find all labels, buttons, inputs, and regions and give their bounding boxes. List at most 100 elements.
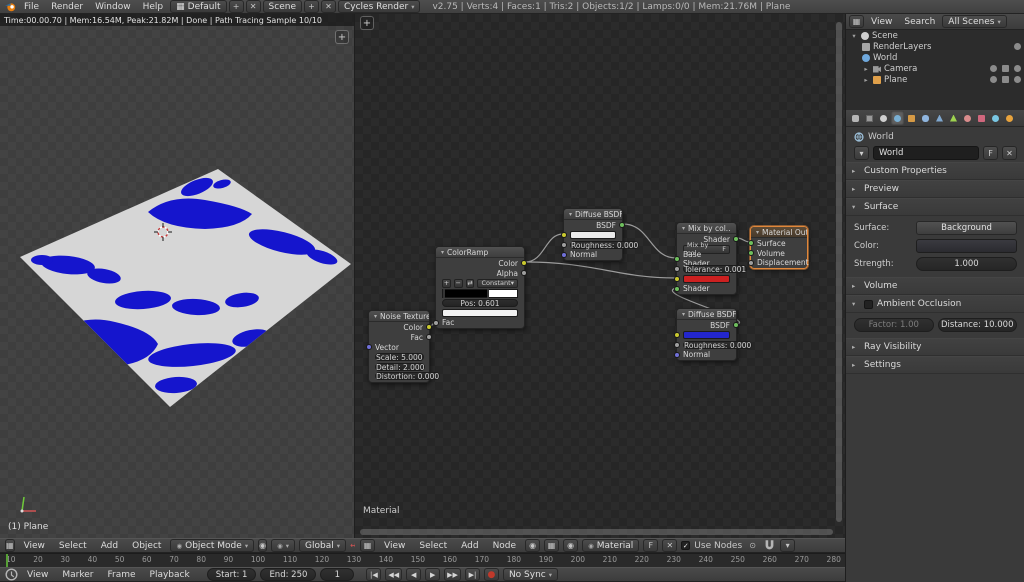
next-keyframe-button[interactable]: ▶▶ (444, 568, 461, 581)
visibility-eye-icon[interactable] (990, 76, 997, 83)
interpolation-selector[interactable]: Constant ▾ (477, 279, 518, 288)
tab-texture[interactable] (975, 111, 988, 125)
panel-preview[interactable]: ▸ Preview (846, 180, 1024, 198)
socket-shader-input[interactable] (674, 286, 680, 292)
viewport-menu-object[interactable]: Object (127, 541, 166, 551)
socket-bsdf-output[interactable] (619, 222, 625, 228)
world-color-field[interactable] (916, 239, 1017, 253)
surface-shader-menu[interactable]: Background (916, 221, 1017, 235)
node-editor[interactable]: ▾ Noise Texture Color Fac Vector Scale: … (355, 14, 845, 538)
outliner-display-selector[interactable]: All Scenes ▾ (942, 15, 1006, 28)
transform-orientation-selector[interactable]: Global ▾ (299, 539, 346, 552)
vertical-scrollbar[interactable] (836, 22, 842, 522)
render-visibility-icon[interactable] (1014, 65, 1021, 72)
tab-scene[interactable] (877, 111, 890, 125)
socket-surface-input[interactable] (748, 240, 754, 246)
play-reverse-button[interactable]: ◀ (406, 568, 421, 581)
world-name-field[interactable]: World (873, 146, 979, 160)
panel-settings[interactable]: ▸ Settings (846, 356, 1024, 374)
selectability-icon[interactable] (1002, 65, 1009, 72)
outliner-item-world[interactable]: World (846, 52, 1024, 63)
previous-keyframe-button[interactable]: ◀◀ (385, 568, 402, 581)
node-menu-view[interactable]: View (379, 541, 410, 551)
jump-to-start-button[interactable]: |◀ (366, 568, 381, 581)
snap-mode-selector[interactable]: ▾ (780, 539, 795, 552)
socket-vector-input[interactable] (366, 344, 372, 350)
render-visibility-icon[interactable] (1014, 76, 1021, 83)
ambient-occlusion-checkbox[interactable] (864, 300, 873, 309)
panel-ambient-occlusion[interactable]: ▾ Ambient Occlusion (846, 295, 1024, 313)
stop-position-slider[interactable]: Pos: 0.601 (442, 299, 518, 307)
node-noise-texture[interactable]: ▾ Noise Texture Color Fac Vector Scale: … (368, 310, 430, 383)
ramp-stop[interactable] (487, 289, 489, 298)
socket-roughness-input[interactable] (674, 342, 680, 348)
roughness-slider[interactable]: Roughness: 0.000 (570, 241, 639, 249)
timeline-menu-view[interactable]: View (22, 570, 53, 580)
node-menu-add[interactable]: Add (456, 541, 483, 551)
viewport-shading-icon[interactable]: ◉ (258, 539, 267, 552)
color-ramp-gradient[interactable] (442, 289, 518, 298)
socket-color-input[interactable] (674, 332, 680, 338)
close-scene-button[interactable]: ✕ (321, 0, 336, 13)
socket-color-input[interactable] (561, 232, 567, 238)
stop-color-swatch[interactable] (442, 309, 518, 317)
viewport-3d[interactable]: Time:00.00.70 | Mem:16.54M, Peak:21.82M … (0, 14, 355, 538)
strength-slider[interactable]: 1.000 (916, 257, 1017, 271)
snap-magnet-icon[interactable] (763, 539, 776, 552)
ramp-stop[interactable] (443, 289, 445, 298)
color-swatch[interactable] (570, 231, 616, 239)
open-properties-region-button[interactable]: + (335, 30, 349, 44)
flip-ramp-button[interactable]: ⇄ (466, 279, 475, 288)
viewport-menu-view[interactable]: View (19, 541, 50, 551)
tab-modifiers[interactable] (933, 111, 946, 125)
tolerance-slider[interactable]: Tolerance: 0.001 (683, 265, 747, 273)
socket-fac-output[interactable] (426, 334, 432, 340)
outliner-menu-view[interactable]: View (866, 17, 897, 27)
socket-color-output[interactable] (521, 260, 527, 266)
end-frame-field[interactable]: End: 250 (260, 568, 316, 581)
tab-render[interactable] (849, 111, 862, 125)
pivot-selector[interactable]: ◉ ▾ (271, 539, 295, 552)
node-material-output[interactable]: ▾ Material Output Surface Volume Displac… (750, 226, 808, 269)
material-datablock-selector[interactable]: ◉ Material (582, 539, 639, 552)
current-frame-field[interactable]: 1 (320, 568, 354, 581)
menu-render[interactable]: Render (46, 2, 88, 12)
record-button[interactable]: ● (484, 568, 499, 581)
node-header[interactable]: ▾ Diffuse BSDF (677, 309, 736, 320)
socket-volume-input[interactable] (748, 250, 754, 256)
outliner-menu-search[interactable]: Search (899, 17, 940, 27)
horizontal-scrollbar[interactable] (360, 529, 833, 535)
editor-type-icon[interactable] (5, 568, 18, 581)
shader-nodes-icon[interactable]: ◉ (525, 539, 540, 552)
socket-fac-input[interactable] (433, 320, 439, 326)
use-nodes-checkbox[interactable]: ✓ (681, 541, 690, 550)
collapse-icon[interactable]: ▾ (374, 313, 377, 320)
texture-nodes-icon[interactable]: ◉ (563, 539, 578, 552)
node-header[interactable]: ▾ Diffuse BSDF (564, 209, 622, 220)
node-menu-node[interactable]: Node (488, 541, 522, 551)
panel-custom-properties[interactable]: ▸ Custom Properties (846, 162, 1024, 180)
mode-selector[interactable]: ◉ Object Mode ▾ (170, 539, 254, 552)
editor-type-icon[interactable]: ▦ (360, 539, 375, 552)
screen-layout-selector[interactable]: ▦ Default (170, 0, 226, 13)
disclosure-icon[interactable]: ▸ (862, 76, 870, 84)
close-layout-button[interactable]: ✕ (246, 0, 261, 13)
node-header[interactable]: ▾ Material Output (751, 227, 807, 238)
render-engine-selector[interactable]: Cycles Render ▾ (338, 0, 420, 13)
delete-stop-button[interactable]: − (454, 279, 463, 288)
socket-displacement-input[interactable] (748, 260, 754, 266)
collapse-icon[interactable]: ▾ (682, 225, 685, 232)
timeline-ruler[interactable]: 1020304050607080901001101201301401501601… (0, 553, 845, 567)
node-header[interactable]: ▾ Mix by col.. (677, 223, 736, 234)
selectability-icon[interactable] (1002, 76, 1009, 83)
node-diffuse-bsdf-2[interactable]: ▾ Diffuse BSDF BSDF Roughness: 0.000 Nor… (676, 308, 737, 361)
editor-type-icon[interactable]: ▦ (5, 539, 15, 552)
socket-roughness-input[interactable] (561, 242, 567, 248)
editor-type-icon[interactable]: ▦ (849, 15, 864, 28)
scene-selector[interactable]: Scene (263, 0, 302, 13)
roughness-slider[interactable]: Roughness: 0.000 (683, 341, 752, 349)
socket-bsdf-output[interactable] (733, 322, 739, 328)
panel-ray-visibility[interactable]: ▸ Ray Visibility (846, 338, 1024, 356)
panel-volume[interactable]: ▸ Volume (846, 277, 1024, 295)
pin-icon[interactable]: ⊙ (746, 539, 759, 552)
